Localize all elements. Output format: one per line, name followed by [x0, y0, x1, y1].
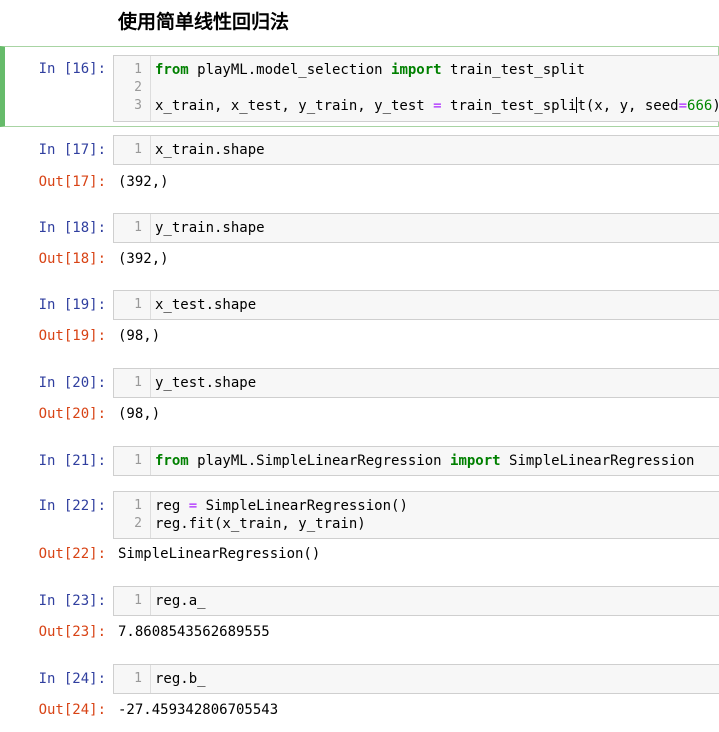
code-line: reg = SimpleLinearRegression(): [155, 497, 408, 515]
out-prompt-24: Out[24]:: [38, 702, 106, 718]
code-line: y_train.shape: [155, 220, 265, 236]
cell-output-23: 7.8608543562689555: [118, 624, 270, 640]
code-editor-19[interactable]: 1 x_test.shape: [113, 290, 719, 320]
module-name: playML.model_selection: [188, 62, 392, 78]
code-editor-21[interactable]: 1 from playML.SimpleLinearRegression imp…: [113, 446, 719, 476]
code-line: from playML.SimpleLinearRegression impor…: [155, 452, 694, 470]
in-prompt-24: In [24]:: [38, 671, 106, 687]
code-line: from playML.model_selection import train…: [155, 61, 585, 79]
in-prompt-21: In [21]:: [38, 453, 106, 469]
line-number: 1: [134, 220, 142, 235]
section-heading: 使用简单线性回归法: [118, 11, 290, 33]
call-text: train_test_spli: [441, 98, 577, 114]
code-line: x_test.shape: [155, 297, 257, 313]
cell-output-24: -27.459342806705543: [118, 702, 279, 718]
assign-operator: =: [188, 498, 198, 514]
code-line: y_test.shape: [155, 375, 257, 391]
line-number: 2: [134, 516, 142, 531]
code-editor-20[interactable]: 1 y_test.shape: [113, 368, 719, 398]
keyword-from: from: [155, 453, 189, 469]
line-number-gutter: 1: [114, 369, 151, 397]
line-number: 1: [134, 453, 142, 468]
in-prompt-20: In [20]:: [38, 375, 106, 391]
keyword-import: import: [450, 453, 501, 469]
in-prompt-23: In [23]:: [38, 593, 106, 609]
cell-output-18: (392,): [118, 251, 169, 267]
code-editor-18[interactable]: 1 y_train.shape: [113, 213, 719, 243]
in-prompt-18: In [18]:: [38, 220, 106, 236]
code-line: x_train, x_test, y_train, y_test = train…: [155, 97, 719, 115]
line-number: 1: [134, 62, 142, 77]
line-number: 1: [134, 297, 142, 312]
code-line: reg.fit(x_train, y_train): [155, 516, 366, 532]
cell-output-19: (98,): [118, 328, 161, 344]
module-name: playML.SimpleLinearRegression: [188, 453, 451, 469]
line-number: 1: [134, 142, 142, 157]
seed-number: 666: [687, 98, 713, 114]
import-name: SimpleLinearRegression: [500, 453, 695, 469]
line-number-gutter: 1 2 3: [114, 56, 151, 121]
in-prompt-17: In [17]:: [38, 142, 106, 158]
in-prompt-19: In [19]:: [38, 297, 106, 313]
line-number: 1: [134, 593, 142, 608]
line-number-gutter: 1: [114, 136, 151, 164]
out-prompt-18: Out[18]:: [38, 251, 106, 267]
assign-target: reg: [155, 498, 189, 514]
line-number: 1: [134, 375, 142, 390]
out-prompt-23: Out[23]:: [38, 624, 106, 640]
code-editor-22[interactable]: 1 2 reg = SimpleLinearRegression() reg.f…: [113, 491, 719, 539]
line-number-gutter: 1: [114, 214, 151, 242]
line-number-gutter: 1: [114, 665, 151, 693]
call-text: t(x, y, seed: [577, 98, 679, 114]
line-number: 1: [134, 671, 142, 686]
code-line: reg.a_: [155, 593, 206, 609]
in-prompt-16: In [16]:: [38, 61, 106, 77]
line-number-gutter: 1: [114, 291, 151, 319]
code-line: reg.b_: [155, 671, 206, 687]
constructor-call: SimpleLinearRegression(): [197, 498, 408, 514]
close-paren: ): [712, 98, 719, 114]
keyword-import: import: [391, 62, 442, 78]
code-editor-24[interactable]: 1 reg.b_: [113, 664, 719, 694]
out-prompt-17: Out[17]:: [38, 174, 106, 190]
code-editor-17[interactable]: 1 x_train.shape: [113, 135, 719, 165]
assign-operator: =: [433, 98, 442, 114]
import-name: train_test_split: [441, 62, 585, 78]
line-number: 2: [134, 80, 142, 95]
cell-output-20: (98,): [118, 406, 161, 422]
line-number: 3: [134, 98, 142, 113]
line-number-gutter: 1: [114, 587, 151, 615]
code-editor-16[interactable]: 1 2 3 from playML.model_selection import…: [113, 55, 719, 122]
cell-output-17: (392,): [118, 174, 169, 190]
out-prompt-20: Out[20]:: [38, 406, 106, 422]
keyword-from: from: [155, 62, 189, 78]
out-prompt-22: Out[22]:: [38, 546, 106, 562]
code-line: x_train.shape: [155, 142, 265, 158]
out-prompt-19: Out[19]:: [38, 328, 106, 344]
line-number: 1: [134, 498, 142, 513]
cell-output-22: SimpleLinearRegression(): [118, 546, 321, 562]
line-number-gutter: 1 2: [114, 492, 151, 538]
code-editor-23[interactable]: 1 reg.a_: [113, 586, 719, 616]
kwarg-operator: =: [678, 98, 688, 114]
line-number-gutter: 1: [114, 447, 151, 475]
in-prompt-22: In [22]:: [38, 498, 106, 514]
assign-targets: x_train, x_test, y_train, y_test: [155, 98, 434, 114]
